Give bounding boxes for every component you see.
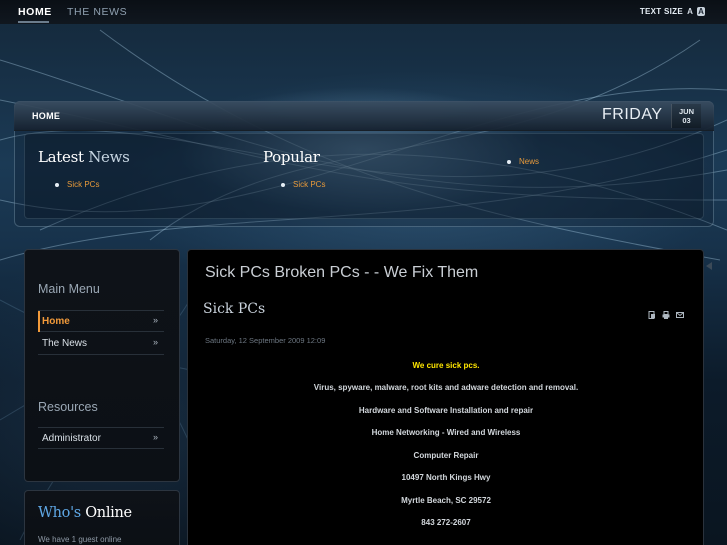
menu-item-home[interactable]: Home » [38,310,164,332]
chevron-right-icon: » [152,337,158,347]
chevron-right-icon: » [152,315,158,325]
breadcrumb[interactable]: HOME [32,111,60,121]
menu-item-administrator[interactable]: Administrator » [38,427,164,449]
article-line: Myrtle Beach, SC 29572 [401,496,491,505]
date-day: FRIDAY [602,106,663,123]
menu-item-label: The News [42,338,88,349]
menu-item-label: Home [42,316,70,327]
page-title: Sick PCs Broken PCs - - We Fix Them [205,264,479,281]
email-icon[interactable] [676,311,684,319]
article-line: Hardware and Software Installation and r… [358,406,534,415]
article-line: 10497 North Kings Hwy [401,473,491,482]
text-size-increase-icon[interactable]: A [697,7,705,16]
pdf-icon[interactable] [648,311,656,319]
whos-online-text: We have 1 guest online [38,535,122,544]
article-title-link[interactable]: Sick PCs [203,301,265,317]
text-size-label: TEXT SIZE [639,7,683,16]
top-navigation: HOME THE NEWS TEXT SIZE A A [0,0,727,24]
article-line: Home Networking - Wired and Wireless [371,428,521,437]
top-modules [24,133,704,219]
menu-item-label: Administrator [42,433,101,444]
latest-news-heading: Latest News [38,148,130,166]
text-size-decrease-icon[interactable]: A [686,7,694,16]
active-nav-indicator [18,21,49,23]
menu-item-the-news[interactable]: The News » [38,333,164,355]
article-line: 843 272-2607 [421,518,471,527]
news-category-link[interactable]: News [506,157,539,166]
latest-news-item[interactable]: Sick PCs [54,180,99,189]
print-icon[interactable] [662,311,670,319]
popular-heading: Popular [263,148,320,166]
nav-home-link[interactable]: HOME [18,6,52,18]
date-month: JUN [678,107,694,116]
popular-item[interactable]: Sick PCs [280,180,325,189]
date-box: JUN 03 [671,104,701,128]
date-number: 03 [682,116,691,125]
article-line: We cure sick pcs. [412,361,480,370]
chevron-right-icon: » [152,432,158,442]
main-menu-heading: Main Menu [38,282,100,296]
article-line: Virus, spyware, malware, root kits and a… [313,383,579,392]
nav-the-news-link[interactable]: THE NEWS [67,6,127,18]
article-line: Computer Repair [413,451,479,460]
scroll-indicator-icon [706,262,712,270]
whos-online-heading: Who's Online [38,505,132,521]
resources-heading: Resources [38,400,98,414]
article-date: Saturday, 12 September 2009 12:09 [205,336,326,345]
